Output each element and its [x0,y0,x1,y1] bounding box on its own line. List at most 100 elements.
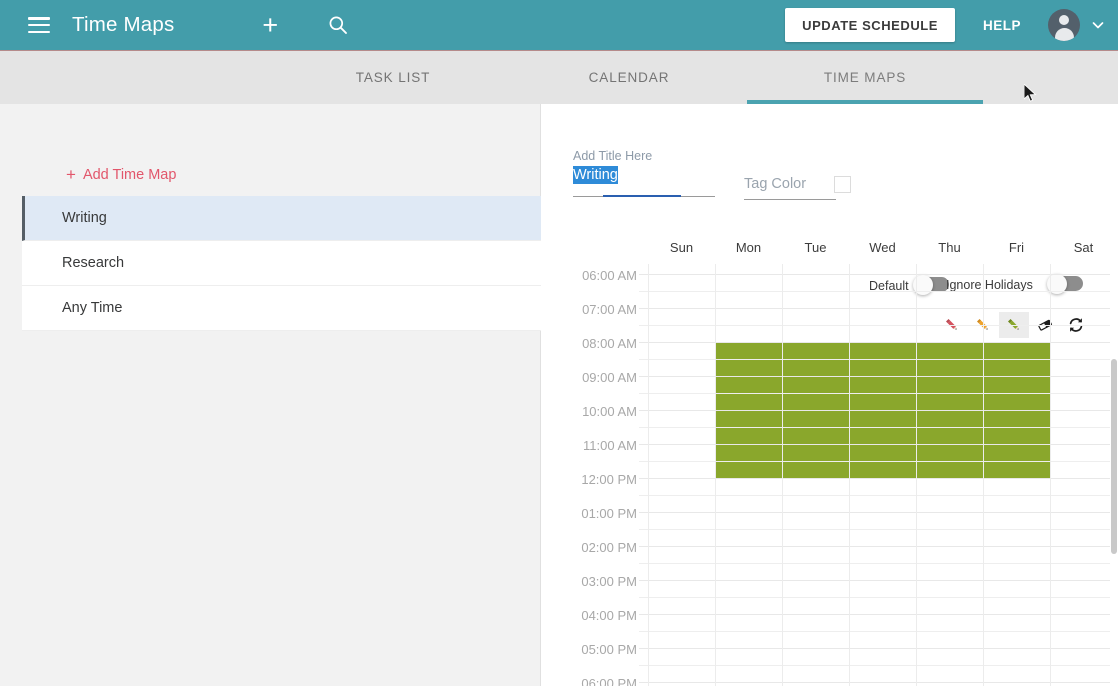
app-root: Time Maps + UPDATE SCHEDULE HELP TASK LI… [0,0,1118,686]
grid-cell-filled[interactable] [783,462,849,478]
grid-cell-filled[interactable] [917,445,983,461]
grid-cell-filled[interactable] [984,360,1050,376]
avatar-head [1059,15,1069,25]
tab-task-list[interactable]: TASK LIST [275,51,511,104]
grid-hline [639,682,1110,683]
grid-cell-filled[interactable] [783,377,849,393]
grid-cell-filled[interactable] [850,343,916,359]
title-hint-label: Add Title Here [573,149,652,163]
grid-cell-filled[interactable] [716,411,782,427]
grid-cell-filled[interactable] [716,445,782,461]
sidebar-item-writing[interactable]: Writing [22,196,541,241]
add-time-map-button[interactable]: + Add Time Map [66,166,176,183]
day-header-fri: Fri [983,240,1050,255]
grid-cell-filled[interactable] [716,360,782,376]
tab-time-maps[interactable]: TIME MAPS [747,51,983,104]
grid-hline [639,325,1110,326]
time-label: 05:00 PM [581,642,637,657]
chevron-down-icon[interactable] [1090,17,1106,33]
time-map-sidebar: + Add Time Map Writing Research Any Time [0,104,541,686]
avatar[interactable] [1048,9,1080,41]
grid-cell-filled[interactable] [984,462,1050,478]
hamburger-icon[interactable] [28,17,50,33]
grid-hline [639,580,1110,581]
grid-cell-filled[interactable] [984,377,1050,393]
app-title: Time Maps [72,13,174,37]
grid-hline [639,597,1110,598]
grid-cell-filled[interactable] [716,428,782,444]
grid-cell-filled[interactable] [984,428,1050,444]
search-icon[interactable] [328,15,348,35]
time-label: 02:00 PM [581,540,637,555]
page-scrollbar[interactable] [1110,104,1118,686]
help-button[interactable]: HELP [983,18,1021,33]
grid-cell-filled[interactable] [783,411,849,427]
grid-cell-filled[interactable] [917,411,983,427]
grid-vline [648,264,649,686]
day-header-thu: Thu [916,240,983,255]
grid-hline [639,648,1110,649]
grid-hline [639,546,1110,547]
add-time-map-label: Add Time Map [83,167,177,183]
grid-cell-filled[interactable] [783,445,849,461]
time-map-grid: SunMonTueWedThuFriSat 06:00 AM07:00 AM08… [541,234,1118,686]
grid-cell-filled[interactable] [850,394,916,410]
grid-cell-filled[interactable] [783,394,849,410]
grid-hline [639,478,1110,479]
grid-cell-filled[interactable] [917,462,983,478]
time-label: 01:00 PM [581,506,637,521]
grid-cell-filled[interactable] [716,343,782,359]
grid-cell-filled[interactable] [917,360,983,376]
time-label: 04:00 PM [581,608,637,623]
sidebar-item-research[interactable]: Research [22,241,541,286]
title-input[interactable]: Writing [573,166,715,184]
time-label: 09:00 AM [582,370,637,385]
grid-cell-filled[interactable] [917,343,983,359]
grid-cell-filled[interactable] [984,411,1050,427]
grid-cell-filled[interactable] [984,445,1050,461]
grid-cell-filled[interactable] [850,377,916,393]
day-header-row: SunMonTueWedThuFriSat [541,240,1118,262]
grid-cell-filled[interactable] [850,360,916,376]
tab-bar: TASK LIST CALENDAR TIME MAPS [0,50,1118,104]
tab-time-maps-label: TIME MAPS [824,70,906,85]
grid-hline [639,291,1110,292]
grid-hline [639,495,1110,496]
time-label: 12:00 PM [581,472,637,487]
grid-cell-filled[interactable] [917,428,983,444]
grid-cell-filled[interactable] [850,445,916,461]
grid-cell-filled[interactable] [984,394,1050,410]
grid-hline [639,563,1110,564]
time-label: 06:00 PM [581,676,637,686]
title-input-value: Writing [573,166,618,184]
grid-hline [639,308,1110,309]
grid-hline [639,274,1110,275]
grid-cell-filled[interactable] [917,394,983,410]
title-input-focus-bar [603,195,681,198]
grid-cell-filled[interactable] [850,462,916,478]
plus-icon: + [66,166,76,183]
sidebar-item-any-time[interactable]: Any Time [22,286,541,331]
grid-cell-filled[interactable] [917,377,983,393]
tag-color-swatch[interactable] [834,176,851,193]
grid-cell-filled[interactable] [783,343,849,359]
grid-cell-filled[interactable] [716,394,782,410]
sidebar-item-label: Any Time [62,300,122,316]
grid-body[interactable] [639,264,1110,686]
tab-calendar[interactable]: CALENDAR [511,51,747,104]
grid-cell-filled[interactable] [783,360,849,376]
grid-cell-filled[interactable] [850,411,916,427]
update-schedule-button[interactable]: UPDATE SCHEDULE [785,8,955,42]
time-label: 11:00 AM [583,438,637,453]
time-label: 08:00 AM [582,336,637,351]
grid-cell-filled[interactable] [716,462,782,478]
page-scrollbar-thumb[interactable] [1111,359,1117,554]
plus-icon[interactable]: + [262,12,278,39]
grid-cell-filled[interactable] [716,377,782,393]
grid-cell-filled[interactable] [984,343,1050,359]
grid-cell-filled[interactable] [850,428,916,444]
grid-hline [639,529,1110,530]
grid-cell-filled[interactable] [783,428,849,444]
tag-color-underline [744,199,836,200]
tab-calendar-label: CALENDAR [589,70,670,85]
